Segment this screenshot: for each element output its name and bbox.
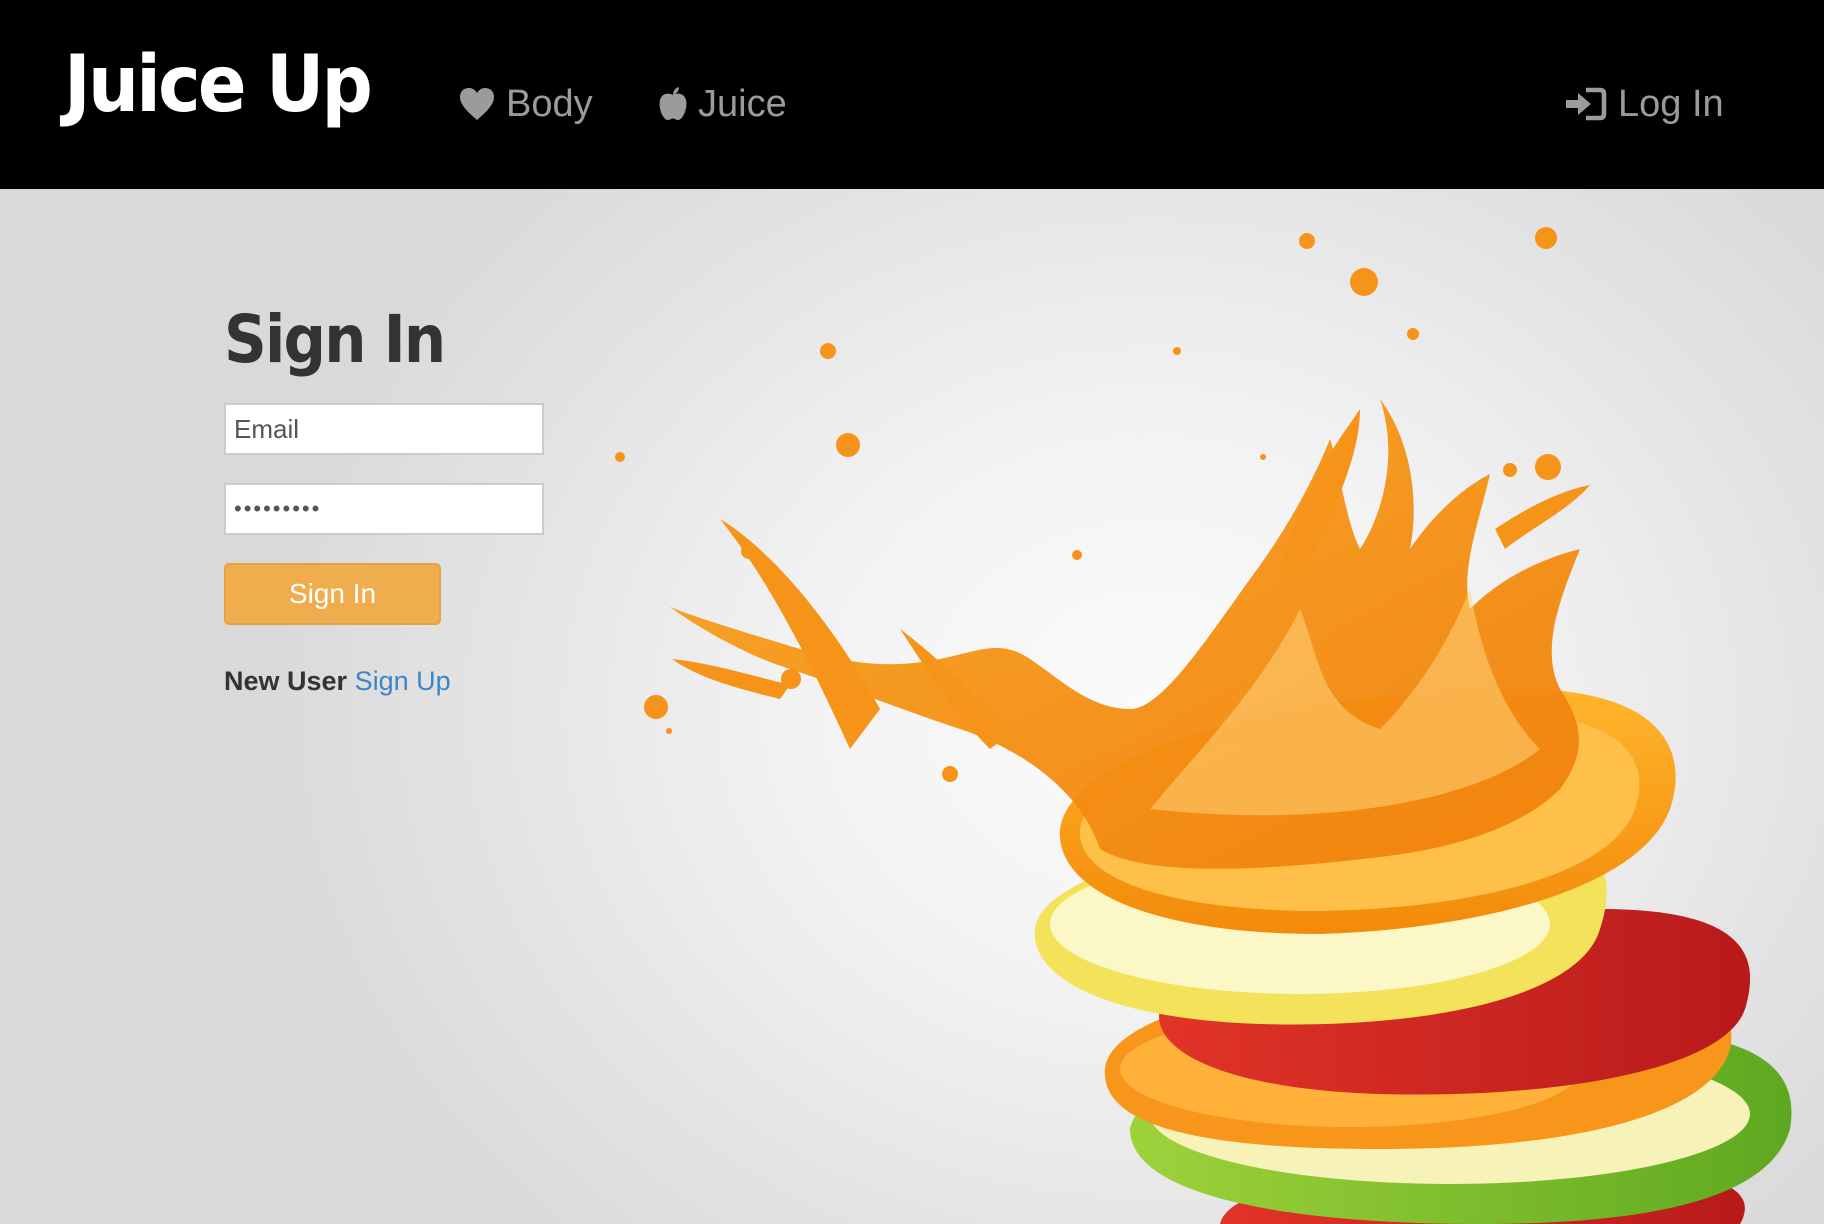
login-label: Log In xyxy=(1618,82,1724,125)
nav-link-body[interactable]: Body xyxy=(458,78,593,130)
signin-title: Sign In xyxy=(224,301,446,378)
navbar: Juice Up Body Juice Log In xyxy=(0,0,1824,189)
new-user-label: New User xyxy=(224,666,348,696)
email-field[interactable] xyxy=(224,403,544,455)
heart-icon xyxy=(458,87,496,121)
new-user-row: New User Sign Up xyxy=(224,666,451,697)
nav-link-body-label: Body xyxy=(506,82,593,125)
login-link[interactable]: Log In xyxy=(1564,78,1724,130)
signup-link[interactable]: Sign Up xyxy=(355,666,451,696)
brand-logo[interactable]: Juice Up xyxy=(64,46,373,124)
login-icon xyxy=(1564,86,1608,122)
signin-button[interactable]: Sign In xyxy=(224,563,441,625)
nav-link-juice[interactable]: Juice xyxy=(658,78,787,130)
apple-icon xyxy=(658,86,688,122)
nav-link-juice-label: Juice xyxy=(698,82,787,125)
password-field[interactable] xyxy=(224,483,544,535)
